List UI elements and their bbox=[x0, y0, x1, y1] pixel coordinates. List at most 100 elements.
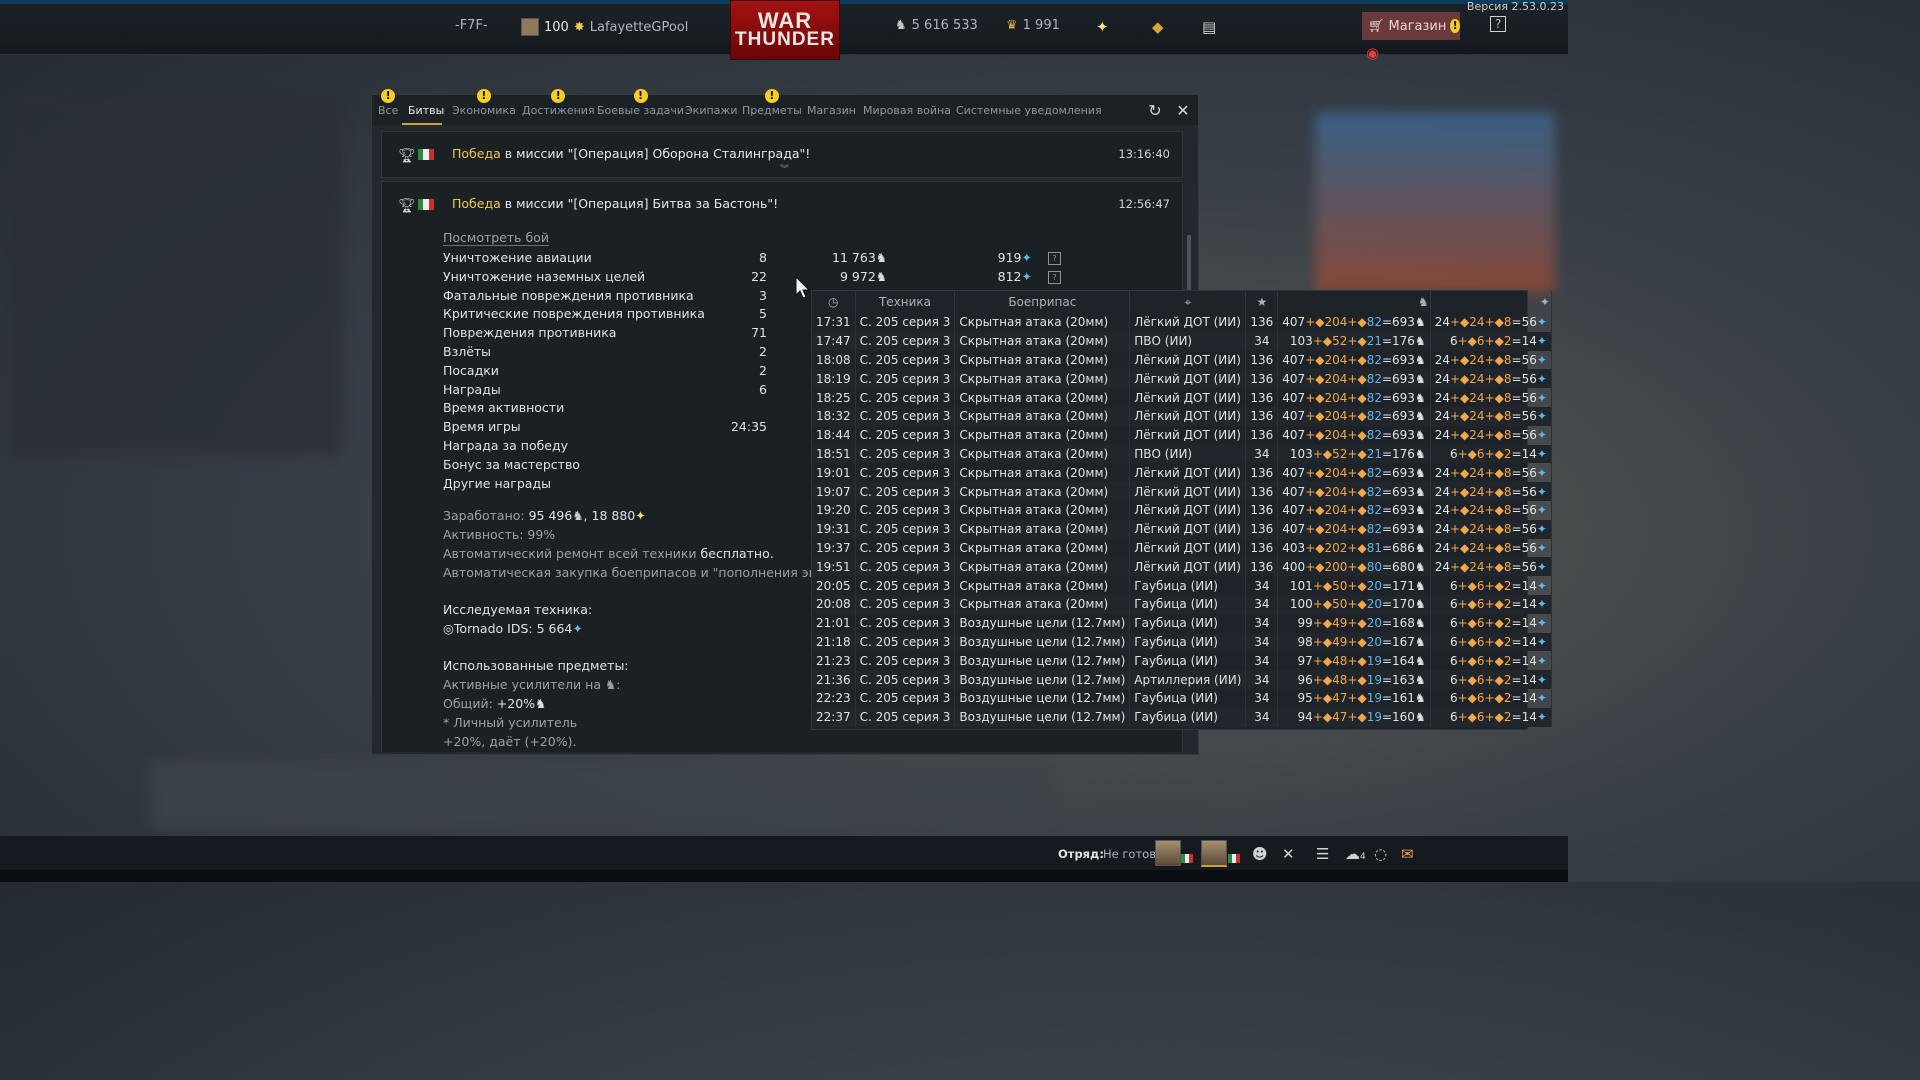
refresh-icon[interactable]: ↻ bbox=[1146, 102, 1164, 120]
table-row: 21:36 С. 205 серия 3 Воздушные цели (12.7м… bbox=[812, 670, 1552, 689]
tab-crews[interactable]: Экипажи bbox=[685, 104, 737, 117]
tab-economy[interactable]: ! Экономика bbox=[452, 89, 516, 117]
silver-lions-icon: ♞ bbox=[895, 18, 907, 33]
chevron-down-icon[interactable]: ︾ bbox=[780, 162, 789, 175]
sl-base: 103 bbox=[1289, 334, 1313, 349]
research-points-button[interactable]: ✦ bbox=[1096, 18, 1109, 36]
italy-flag-icon bbox=[418, 149, 434, 160]
clock-icon: ◷ bbox=[812, 291, 856, 313]
kill-target: ПВО (ИИ) bbox=[1129, 444, 1247, 464]
tab-bar: ! Все Битвы ! Экономика ! Достижения ! Боевы… bbox=[372, 89, 1198, 125]
research-target-icon: ◎ bbox=[443, 621, 454, 636]
shop-button[interactable]: 🛒︎ Магазин ! bbox=[1362, 12, 1460, 40]
silver-lions-icon: ♞ bbox=[1414, 428, 1426, 443]
help-icon[interactable]: ? bbox=[1048, 270, 1061, 284]
notification-title: Победа в миссии "[Операция] Битва за Бас… bbox=[452, 196, 778, 211]
premium-button[interactable]: ◆ bbox=[1152, 18, 1164, 36]
chat-icon[interactable]: ◌ bbox=[1374, 845, 1387, 863]
sl-bonus-2: 81 bbox=[1366, 540, 1382, 555]
research-points-icon: ✦ bbox=[1536, 522, 1547, 537]
rp-total: 14 bbox=[1521, 653, 1537, 668]
bonus-icon: +◆ bbox=[1347, 484, 1367, 499]
shopping-cart-icon: 🛒︎ bbox=[1368, 18, 1385, 34]
kill-score: 34 bbox=[1245, 444, 1279, 464]
silver-lions-balance[interactable]: ♞ 5 616 533 bbox=[895, 18, 978, 33]
kill-time: 17:31 bbox=[812, 313, 856, 332]
personal-booster-label: * Личный усилитель bbox=[443, 715, 578, 730]
kills-breakdown-tooltip: ◷ Техника Боеприпас ⌖ ★ ♞ ✦ 17:31 С. 205 … bbox=[811, 290, 1552, 730]
friends-icon[interactable]: ☁4 bbox=[1345, 845, 1366, 863]
list-icon[interactable]: ☰ bbox=[1316, 845, 1329, 863]
rp-bonus-2: 2 bbox=[1503, 616, 1512, 631]
squad-member-avatar[interactable] bbox=[1155, 840, 1181, 866]
mail-icon[interactable]: ✉ bbox=[1401, 845, 1414, 863]
bonus-icon: +◆ bbox=[1312, 616, 1333, 631]
tab-label: Боевые задачи bbox=[597, 104, 685, 117]
tab-battles[interactable]: Битвы bbox=[408, 104, 444, 117]
tab-battle-tasks[interactable]: ! Боевые задачи bbox=[597, 89, 685, 117]
stat-research-points: 919✦ bbox=[972, 250, 1032, 265]
bonus-icon: +◆ bbox=[1305, 559, 1325, 574]
silver-lions-icon: ♞ bbox=[1277, 291, 1431, 313]
bonus-icon: +◆ bbox=[1457, 634, 1477, 649]
coupons-button[interactable]: ▤ bbox=[1202, 18, 1216, 36]
sl-base: 407 bbox=[1282, 409, 1306, 424]
italy-flag-icon bbox=[1228, 854, 1240, 863]
notification-card[interactable]: 🏆︎ Победа в миссии "[Операция] Оборона С… bbox=[381, 131, 1183, 178]
help-label: ? bbox=[1490, 16, 1507, 32]
tab-all[interactable]: ! Все bbox=[378, 89, 398, 117]
mission-name: в миссии "[Операция] Битва за Бастонь"! bbox=[500, 196, 779, 211]
squadron-tag[interactable]: -F7F- bbox=[455, 18, 488, 33]
rp-total: 56 bbox=[1521, 428, 1537, 443]
stat-research-points: 812✦ bbox=[972, 269, 1032, 284]
tab-shop[interactable]: Магазин bbox=[807, 104, 856, 117]
kill-score: 136 bbox=[1245, 313, 1279, 332]
rp-base: 6 bbox=[1449, 446, 1458, 461]
kill-ammo: Скрытная атака (20мм) bbox=[954, 500, 1131, 520]
bonus-icon: +◆ bbox=[1347, 653, 1367, 668]
bonus-icon: +◆ bbox=[1347, 559, 1367, 574]
tab-system-notifications[interactable]: Системные уведомления bbox=[956, 104, 1102, 117]
kill-score: 136 bbox=[1245, 406, 1279, 426]
bonus-icon: +◆ bbox=[1484, 653, 1504, 668]
view-battle-link[interactable]: Посмотреть бой bbox=[443, 230, 550, 246]
stat-count: 71 bbox=[751, 325, 767, 341]
kill-score: 34 bbox=[1245, 613, 1279, 633]
bonus-icon: +◆ bbox=[1449, 315, 1470, 330]
squad-label: Отряд: bbox=[1058, 847, 1104, 861]
tab-items[interactable]: ! Предметы bbox=[742, 89, 802, 117]
sl-bonus-2: 21 bbox=[1366, 334, 1382, 349]
kill-target: Лёгкий ДОТ (ИИ) bbox=[1129, 557, 1247, 577]
kill-rp-formula: 6+◆6+◆2=14✦ bbox=[1430, 707, 1552, 727]
stat-label: Время активности bbox=[443, 400, 565, 416]
tab-achievements[interactable]: ! Достижения bbox=[522, 89, 595, 117]
bonus-icon: +◆ bbox=[1484, 352, 1504, 367]
shop-alert-badge: ◉ bbox=[1366, 44, 1379, 62]
bonus-icon: +◆ bbox=[1449, 371, 1470, 386]
research-points-icon: ✦ bbox=[1536, 578, 1547, 593]
invite-mask-icon[interactable]: ☻ bbox=[1252, 845, 1268, 863]
help-icon[interactable]: ? bbox=[1048, 252, 1061, 265]
kill-vehicle: С. 205 серия 3 bbox=[855, 350, 956, 370]
bonus-icon: +◆ bbox=[1449, 484, 1470, 499]
research-points-icon: ✦ bbox=[1536, 371, 1547, 386]
player-profile[interactable]: 100 ✸ LafayetteGPool bbox=[521, 18, 688, 36]
tab-world-war[interactable]: Мировая война bbox=[863, 104, 951, 117]
bonus-icon: +◆ bbox=[1457, 672, 1477, 687]
bonus-icon: +◆ bbox=[1305, 409, 1325, 424]
help-button[interactable]: ? bbox=[1490, 16, 1507, 32]
kill-rp-formula: 6+◆6+◆2=14✦ bbox=[1430, 594, 1552, 614]
rp-total: 14 bbox=[1521, 334, 1537, 349]
logo-line-2: THUNDER bbox=[735, 29, 835, 50]
research-points-icon: ✦ bbox=[1536, 672, 1547, 687]
kill-vehicle: С. 205 серия 3 bbox=[855, 331, 956, 351]
kill-vehicle: С. 205 серия 3 bbox=[855, 557, 956, 577]
kill-score: 34 bbox=[1245, 576, 1279, 595]
table-row: 18:32 С. 205 серия 3 Скрытная атака (20мм)… bbox=[812, 406, 1552, 426]
close-icon[interactable]: ✕ bbox=[1174, 102, 1192, 120]
general-booster-line: Общий: +20%♞ bbox=[443, 696, 546, 711]
golden-eagles-balance[interactable]: ♛ 1 991 bbox=[1006, 18, 1060, 33]
leave-squad-icon[interactable]: ✕ bbox=[1282, 845, 1295, 863]
player-avatar[interactable] bbox=[1201, 840, 1227, 867]
bonus-icon: +◆ bbox=[1457, 597, 1477, 612]
